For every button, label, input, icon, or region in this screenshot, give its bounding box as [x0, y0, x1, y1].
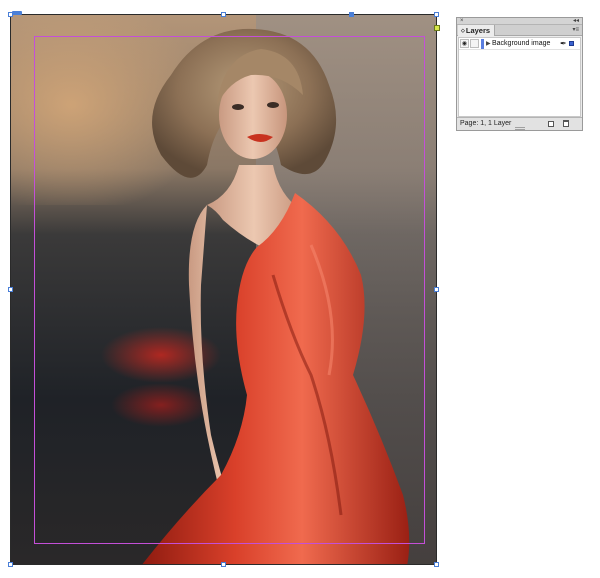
panel-tab-row: ◇Layers ▾≡	[457, 25, 582, 36]
layer-color-swatch	[481, 39, 484, 49]
handle-top-center[interactable]	[221, 12, 226, 17]
red-dress	[142, 193, 410, 564]
trash-icon[interactable]	[563, 120, 569, 127]
tab-arrows-icon: ◇	[461, 28, 465, 34]
handle-top-right[interactable]	[434, 12, 439, 17]
panel-titlebar[interactable]: × ◂◂	[457, 18, 582, 25]
content-grabber-anchor[interactable]	[434, 25, 440, 31]
expand-triangle-icon[interactable]: ▶	[486, 38, 491, 50]
frame-tab-handle[interactable]	[12, 11, 22, 15]
handle-middle-right[interactable]	[434, 287, 439, 292]
close-icon[interactable]: ×	[460, 17, 464, 25]
layers-panel: × ◂◂ ◇Layers ▾≡ ◉ ▶ Background image ✒ P…	[456, 17, 583, 131]
panel-footer: Page: 1, 1 Layer	[457, 117, 582, 130]
page-layer-status: Page: 1, 1 Layer	[460, 120, 512, 127]
handle-bottom-center[interactable]	[221, 562, 226, 567]
layer-list: ◉ ▶ Background image ✒	[458, 37, 581, 117]
handle-bottom-left[interactable]	[8, 562, 13, 567]
resize-grip[interactable]	[515, 127, 525, 130]
woman-in-red-dress-photo[interactable]	[11, 15, 437, 565]
handle-top-left[interactable]	[8, 12, 13, 17]
layer-row[interactable]: ◉ ▶ Background image ✒	[459, 38, 580, 50]
tab-layers-label: Layers	[465, 26, 491, 35]
new-layer-icon[interactable]	[548, 121, 554, 127]
handle-top-right-inner[interactable]	[349, 12, 354, 17]
handle-middle-left[interactable]	[8, 287, 13, 292]
layer-selection-indicator[interactable]	[569, 41, 574, 46]
handle-bottom-right[interactable]	[434, 562, 439, 567]
tab-layers[interactable]: ◇Layers	[458, 25, 496, 36]
right-eye	[267, 102, 279, 108]
layer-name[interactable]: Background image	[492, 38, 550, 50]
lock-icon[interactable]	[470, 39, 479, 48]
pen-icon: ✒	[560, 39, 567, 48]
collapse-icon[interactable]: ◂◂	[573, 17, 579, 25]
document-page-frame[interactable]	[10, 14, 437, 565]
eye-icon[interactable]: ◉	[460, 39, 469, 48]
left-eye	[232, 104, 244, 110]
panel-menu-icon[interactable]: ▾≡	[572, 25, 579, 36]
